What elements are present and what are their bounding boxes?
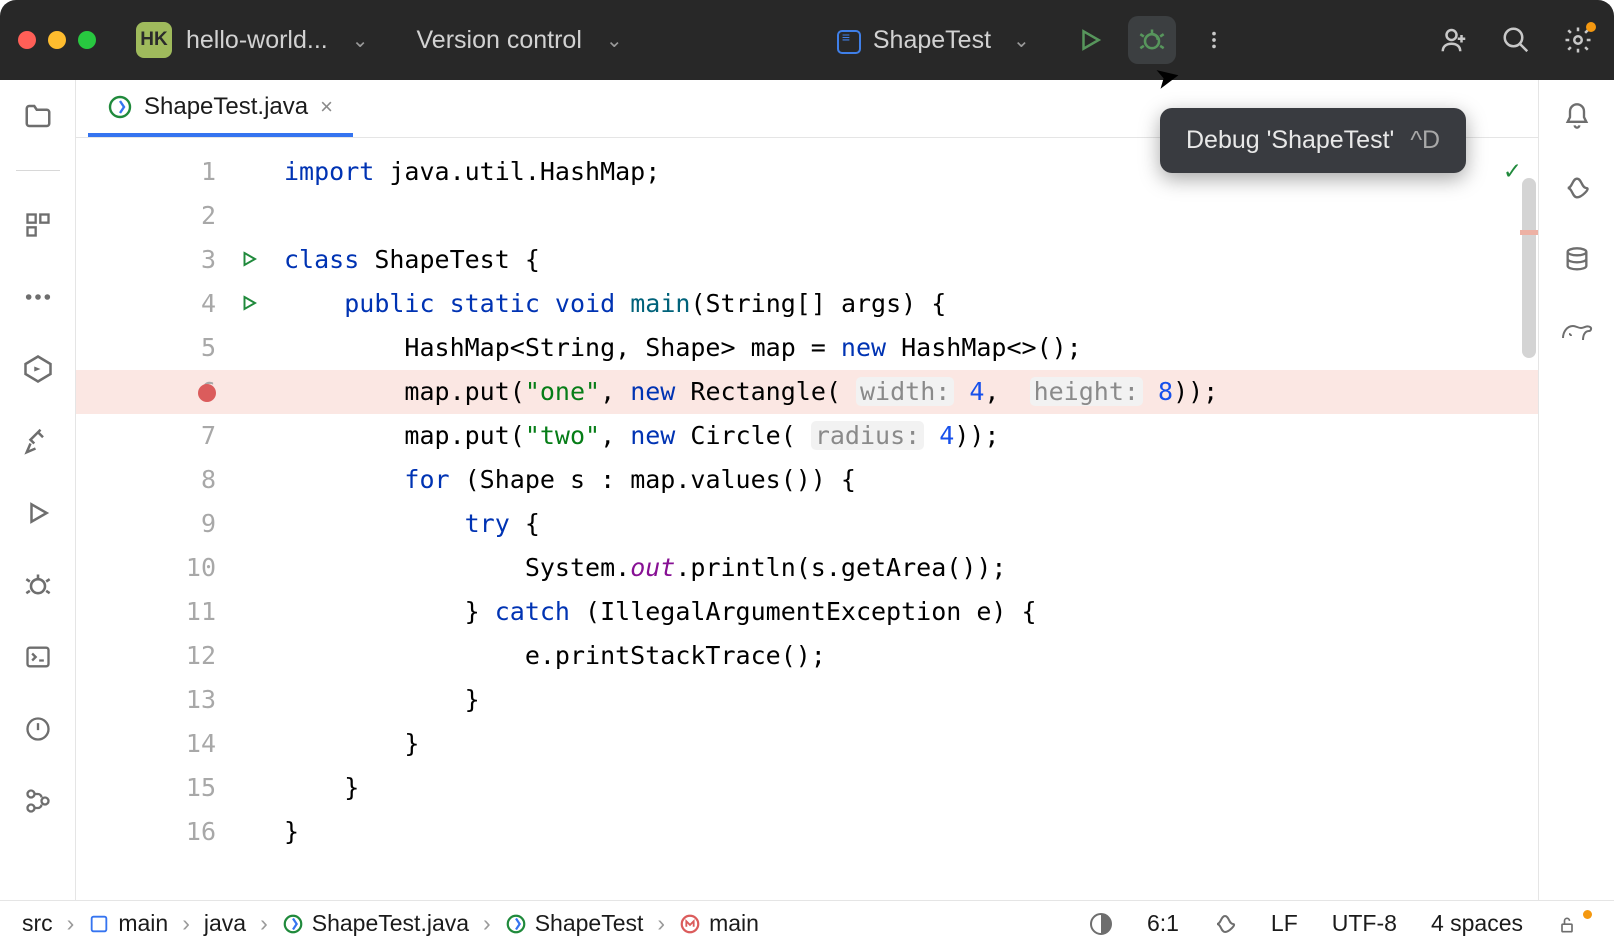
run-config-name: ShapeTest [873, 26, 991, 55]
file-encoding[interactable]: UTF-8 [1332, 910, 1397, 937]
breadcrumb[interactable]: main [679, 910, 759, 937]
services-tool-icon[interactable] [20, 351, 56, 387]
inspection-ok-icon[interactable]: ✓ [1504, 156, 1520, 186]
error-stripe-marker[interactable] [1520, 230, 1538, 235]
line-number: 2 [76, 194, 276, 238]
vcs-tool-icon[interactable] [20, 783, 56, 819]
run-button[interactable] [1066, 16, 1114, 64]
main-area: ShapeTest.java × 1 2 3 4 5 6 7 8 9 [0, 80, 1614, 900]
debug-tool-icon[interactable] [20, 567, 56, 603]
left-tool-rail [0, 80, 76, 900]
class-icon [505, 913, 527, 935]
code-with-me-button[interactable] [1430, 16, 1478, 64]
settings-button[interactable] [1554, 16, 1602, 64]
tooltip-shortcut: ^D [1410, 126, 1440, 155]
project-tool-icon[interactable] [20, 98, 56, 134]
tooltip-text: Debug 'ShapeTest' [1186, 126, 1394, 155]
debug-button[interactable] [1128, 16, 1176, 64]
notifications-tool-icon[interactable] [1559, 98, 1595, 134]
java-class-icon [282, 913, 304, 935]
line-number: 6 [76, 370, 276, 414]
right-tool-rail [1538, 80, 1614, 900]
ai-assist-tool-icon[interactable] [1559, 170, 1595, 206]
chevron-down-icon[interactable]: ⌄ [352, 28, 369, 53]
run-gutter-icon[interactable] [240, 294, 258, 312]
line-number: 16 [76, 810, 276, 854]
window-controls [18, 31, 96, 49]
debug-tooltip: Debug 'ShapeTest' ^D [1160, 108, 1466, 173]
code-editor[interactable]: 1 2 3 4 5 6 7 8 9 10 11 12 13 14 [76, 138, 1538, 900]
breadcrumb[interactable]: java [204, 910, 246, 937]
line-number: 13 [76, 678, 276, 722]
line-number: 15 [76, 766, 276, 810]
vertical-scrollbar[interactable] [1522, 178, 1536, 358]
line-number: 5 [76, 326, 276, 370]
tab-shapetest[interactable]: ShapeTest.java × [88, 80, 353, 137]
line-separator[interactable]: LF [1271, 910, 1298, 937]
line-number: 11 [76, 590, 276, 634]
line-number: 14 [76, 722, 276, 766]
module-icon [88, 913, 110, 935]
breakpoint-icon[interactable] [198, 384, 216, 402]
terminal-tool-icon[interactable] [20, 639, 56, 675]
notification-dot-icon [1586, 22, 1596, 32]
chevron-down-icon: ⌄ [1013, 28, 1030, 53]
project-name[interactable]: hello-world... [186, 26, 328, 55]
indent-settings[interactable]: 4 spaces [1431, 910, 1523, 937]
highlighting-level-icon[interactable] [1089, 912, 1113, 936]
more-tools-icon[interactable] [20, 279, 56, 315]
run-configuration-selector[interactable]: ShapeTest ⌄ [821, 18, 1052, 63]
run-tool-icon[interactable] [20, 495, 56, 531]
readonly-lock-icon[interactable] [1557, 910, 1592, 937]
method-icon [679, 913, 701, 935]
database-tool-icon[interactable] [1559, 242, 1595, 278]
chevron-down-icon[interactable]: ⌄ [606, 28, 623, 53]
line-number: 12 [76, 634, 276, 678]
editor-zone: ShapeTest.java × 1 2 3 4 5 6 7 8 9 [76, 80, 1538, 900]
gutter[interactable]: 1 2 3 4 5 6 7 8 9 10 11 12 13 14 [76, 138, 276, 900]
tab-label: ShapeTest.java [144, 93, 308, 121]
run-gutter-icon[interactable] [240, 250, 258, 268]
line-number: 3 [76, 238, 276, 282]
structure-tool-icon[interactable] [20, 207, 56, 243]
gradle-tool-icon[interactable] [1559, 314, 1595, 350]
breadcrumb[interactable]: ShapeTest [505, 910, 644, 937]
line-number: 4 [76, 282, 276, 326]
line-number: 1 [76, 150, 276, 194]
breadcrumb[interactable]: ShapeTest.java [282, 910, 469, 937]
line-number: 9 [76, 502, 276, 546]
build-tool-icon[interactable] [20, 423, 56, 459]
status-bar: src› main› java› ShapeTest.java› ShapeTe… [0, 900, 1614, 946]
application-icon [837, 30, 861, 54]
java-class-icon [108, 95, 132, 119]
close-window-button[interactable] [18, 31, 36, 49]
minimize-window-button[interactable] [48, 31, 66, 49]
close-tab-icon[interactable]: × [320, 94, 333, 120]
line-number: 7 [76, 414, 276, 458]
search-everywhere-button[interactable] [1492, 16, 1540, 64]
problems-tool-icon[interactable] [20, 711, 56, 747]
line-number: 10 [76, 546, 276, 590]
vcs-menu[interactable]: Version control [417, 26, 582, 55]
line-number: 8 [76, 458, 276, 502]
breadcrumb[interactable]: main [88, 910, 168, 937]
reader-mode-icon[interactable] [1213, 912, 1237, 936]
title-bar: HK hello-world... ⌄ Version control ⌄ Sh… [0, 0, 1614, 80]
project-badge[interactable]: HK [136, 22, 172, 58]
more-actions-button[interactable] [1190, 16, 1238, 64]
breadcrumb[interactable]: src [22, 910, 53, 937]
caret-position[interactable]: 6:1 [1147, 910, 1179, 937]
zoom-window-button[interactable] [78, 31, 96, 49]
code-content[interactable]: import java.util.HashMap; class ShapeTes… [276, 138, 1538, 900]
